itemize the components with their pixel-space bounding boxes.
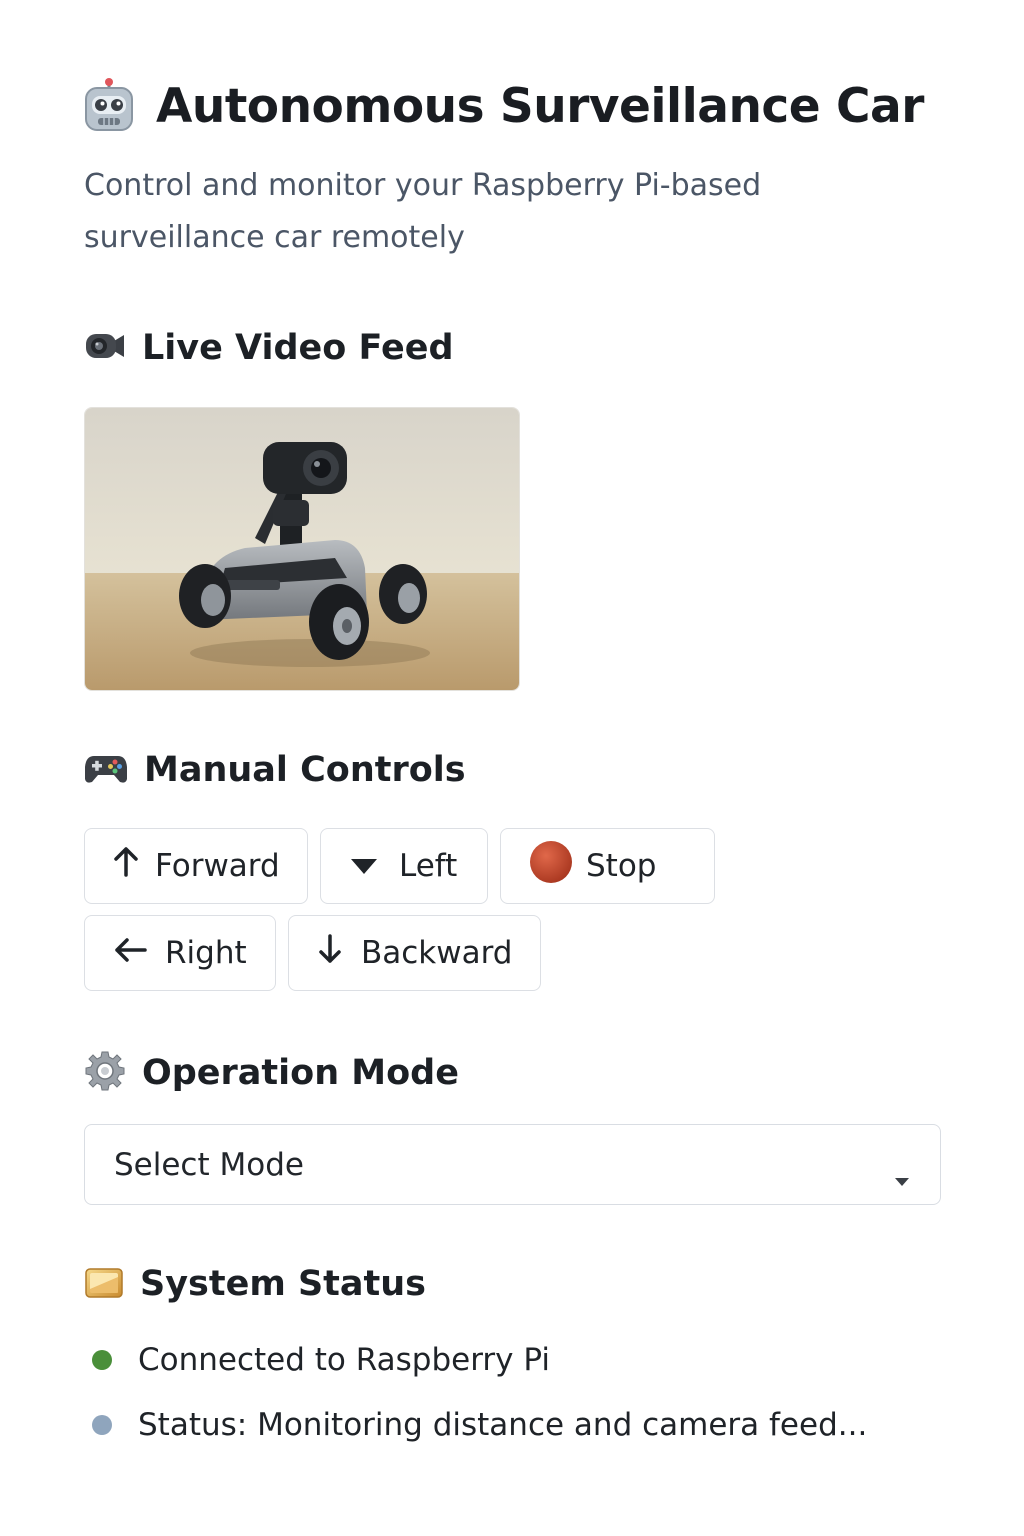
video-section-heading: Live Video Feed bbox=[84, 328, 454, 368]
status-section-heading: System Status bbox=[84, 1264, 426, 1304]
mode-select[interactable]: Select Mode bbox=[84, 1124, 941, 1205]
arrow-left-icon bbox=[113, 935, 147, 971]
red-circle-icon bbox=[528, 839, 574, 893]
mode-selected-value: Select Mode bbox=[114, 1146, 304, 1183]
status-heading: System Status bbox=[140, 1264, 427, 1304]
triangle-down-icon bbox=[349, 848, 379, 884]
arrow-up-icon bbox=[113, 847, 139, 885]
status-item-monitoring: Status: Monitoring distance and camera f… bbox=[84, 1407, 867, 1443]
video-heading: Live Video Feed bbox=[142, 328, 454, 368]
live-video-feed bbox=[84, 407, 520, 691]
robot-car-image bbox=[85, 408, 519, 690]
status-text: Status: Monitoring distance and camera f… bbox=[138, 1407, 868, 1443]
left-label: Left bbox=[399, 848, 458, 884]
right-button[interactable]: Right bbox=[84, 915, 276, 991]
backward-button[interactable]: Backward bbox=[288, 915, 541, 991]
forward-button[interactable]: Forward bbox=[84, 828, 308, 904]
controls-section-heading: Manual Controls bbox=[84, 750, 466, 790]
page-subtitle: Control and monitor your Raspberry Pi-ba… bbox=[84, 168, 762, 255]
gear-icon bbox=[84, 1050, 126, 1096]
right-label: Right bbox=[165, 935, 247, 971]
robot-face-icon bbox=[84, 78, 134, 134]
mode-section-heading: Operation Mode bbox=[84, 1050, 459, 1096]
forward-label: Forward bbox=[155, 848, 280, 884]
page-header: Autonomous Surveillance Car bbox=[84, 78, 924, 134]
status-dot-green-icon bbox=[92, 1350, 112, 1370]
page-title: Autonomous Surveillance Car bbox=[156, 78, 924, 134]
status-item-connection: Connected to Raspberry Pi bbox=[84, 1342, 550, 1378]
arrow-down-icon bbox=[317, 934, 343, 972]
monitor-icon bbox=[84, 1265, 124, 1303]
chevron-down-icon bbox=[894, 1160, 910, 1196]
stop-label: Stop bbox=[586, 848, 657, 884]
mode-heading: Operation Mode bbox=[142, 1053, 459, 1093]
video-camera-icon bbox=[84, 330, 126, 366]
status-dot-gray-icon bbox=[92, 1415, 112, 1435]
controls-heading: Manual Controls bbox=[144, 750, 466, 790]
left-button[interactable]: Left bbox=[320, 828, 488, 904]
status-text: Connected to Raspberry Pi bbox=[138, 1342, 550, 1378]
stop-button[interactable]: Stop bbox=[500, 828, 715, 904]
backward-label: Backward bbox=[361, 935, 513, 971]
game-controller-icon bbox=[84, 751, 128, 789]
